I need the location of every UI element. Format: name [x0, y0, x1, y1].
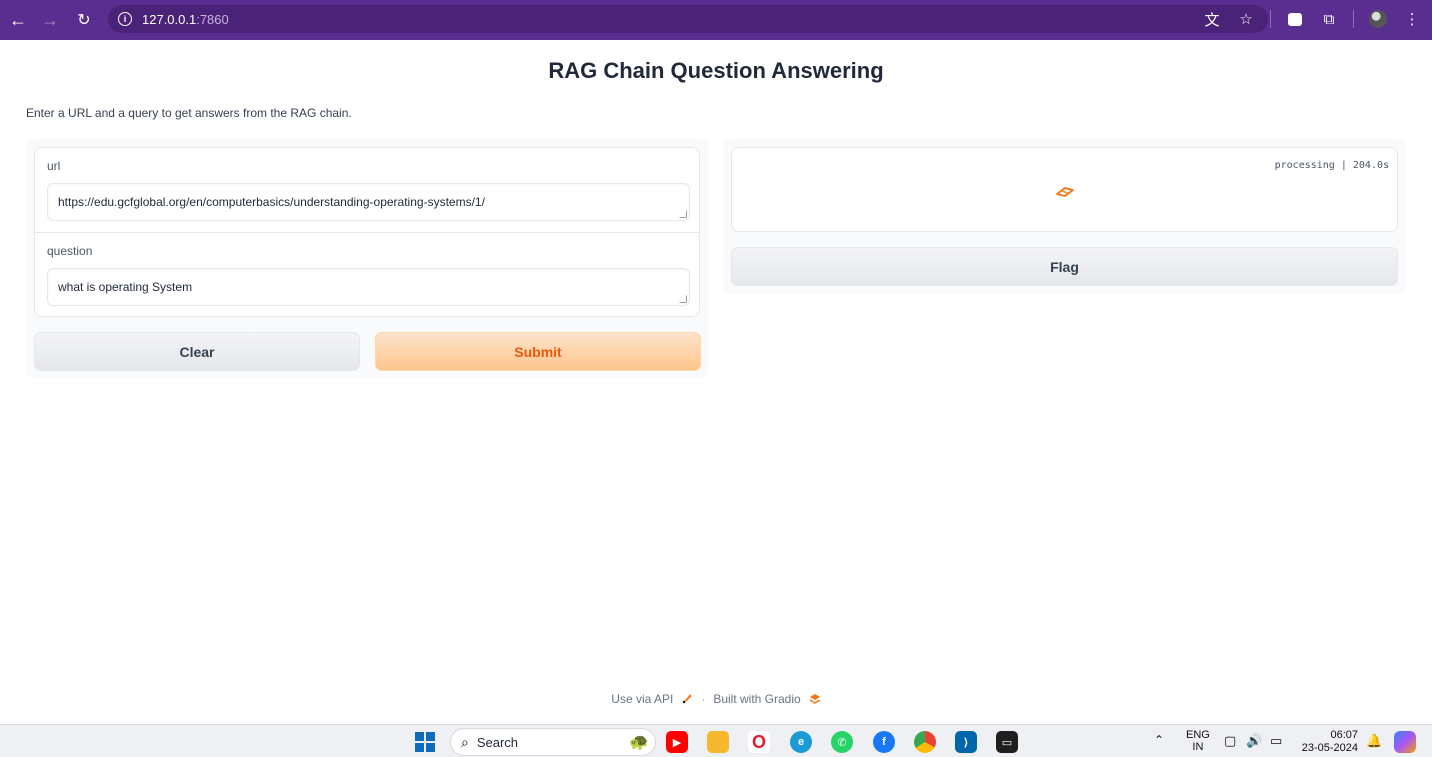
resize-handle-icon[interactable]	[679, 295, 687, 303]
use-via-api-link[interactable]: Use via API	[611, 692, 673, 706]
gradio-logo-icon	[809, 694, 821, 704]
turtle-widget-icon: 🐢	[629, 734, 649, 751]
question-value: what is operating System	[58, 280, 193, 294]
output-panel: processing | 204.0s Flag	[724, 139, 1406, 294]
taskbar-search-box[interactable]: ⌕ Search 🐢	[450, 728, 656, 756]
vscode-icon[interactable]: ⟩	[955, 731, 977, 753]
youtube-app-icon[interactable]: ▶	[666, 731, 688, 753]
file-explorer-icon[interactable]	[707, 731, 729, 753]
edge-browser-icon[interactable]: e	[790, 731, 812, 753]
url-textbox[interactable]: https://edu.gcfglobal.org/en/computerbas…	[47, 183, 690, 221]
back-arrow-icon[interactable]: ←	[2, 4, 34, 36]
page-description: Enter a URL and a query to get answers f…	[26, 106, 352, 120]
os-taskbar: ⌕ Search 🐢 ▶ O e ✆ f ⟩ ▭ ⌃ ENG IN ▢ 🔊 ▭ …	[0, 724, 1432, 757]
clear-button[interactable]: Clear	[34, 332, 360, 371]
bookmark-star-icon[interactable]: ☆	[1232, 5, 1260, 33]
toolbar-divider	[1353, 10, 1354, 28]
browser-toolbar: ← → ↻ i 127.0.0.1:7860 文 ☆ ⧉ ⋮	[0, 0, 1432, 40]
footer-separator: ·	[701, 692, 706, 706]
volume-icon[interactable]: 🔊	[1246, 733, 1262, 749]
notification-bell-icon[interactable]: 🔔	[1366, 733, 1382, 749]
profile-avatar[interactable]	[1364, 5, 1392, 33]
field-divider	[35, 232, 699, 233]
rocket-icon	[682, 694, 693, 704]
url-port: :7860	[196, 11, 229, 27]
toolbar-divider	[1270, 10, 1271, 28]
clock[interactable]: 06:07 23-05-2024	[1298, 729, 1358, 755]
language-region: IN	[1192, 741, 1204, 753]
question-textbox[interactable]: what is operating System	[47, 268, 690, 306]
processing-status: processing | 204.0s	[1274, 160, 1389, 171]
output-box: processing | 204.0s	[731, 147, 1398, 232]
submit-button[interactable]: Submit	[375, 332, 701, 371]
built-with-gradio-link[interactable]: Built with Gradio	[713, 692, 800, 706]
pocket-extension-icon[interactable]	[1281, 5, 1309, 33]
address-bar[interactable]: i 127.0.0.1:7860	[108, 5, 1268, 33]
forward-arrow-icon[interactable]: →	[34, 4, 66, 36]
inputs-form: url https://edu.gcfglobal.org/en/compute…	[34, 147, 700, 317]
language-code: ENG	[1186, 729, 1210, 741]
network-icon[interactable]: ▢	[1224, 733, 1236, 749]
clock-time: 06:07	[1330, 729, 1358, 741]
extensions-puzzle-icon[interactable]: ⧉	[1315, 5, 1343, 33]
url-host: 127.0.0.1	[142, 11, 197, 27]
reload-icon[interactable]: ↻	[68, 4, 100, 36]
search-icon: ⌕	[461, 733, 469, 750]
copilot-icon[interactable]	[1394, 731, 1416, 753]
loading-spinner-icon	[1056, 187, 1074, 197]
windows-start-icon[interactable]	[414, 731, 436, 753]
battery-icon[interactable]: ▭	[1270, 733, 1282, 749]
url-label: url	[47, 159, 61, 173]
whatsapp-icon[interactable]: ✆	[831, 731, 853, 753]
tray-overflow-icon[interactable]: ⌃	[1154, 733, 1164, 747]
translate-icon[interactable]: 文	[1198, 5, 1226, 33]
input-panel: url https://edu.gcfglobal.org/en/compute…	[26, 139, 708, 378]
resize-handle-icon[interactable]	[679, 210, 687, 218]
opera-browser-icon[interactable]: O	[748, 731, 770, 753]
facebook-icon[interactable]: f	[873, 731, 895, 753]
page-title: RAG Chain Question Answering	[548, 58, 884, 83]
browser-actions: 文 ☆ ⧉ ⋮	[1198, 5, 1426, 33]
more-menu-icon[interactable]: ⋮	[1398, 5, 1426, 33]
url-value: https://edu.gcfglobal.org/en/computerbas…	[58, 195, 485, 209]
clock-date: 23-05-2024	[1301, 742, 1358, 754]
taskbar-search-label: Search	[476, 734, 519, 750]
language-indicator[interactable]: ENG IN	[1186, 729, 1210, 753]
site-info-icon[interactable]: i	[118, 12, 132, 26]
question-label: question	[47, 244, 93, 258]
terminal-icon[interactable]: ▭	[996, 731, 1018, 753]
page-footer: Use via API · Built with Gradio	[0, 692, 1432, 706]
chrome-browser-icon[interactable]	[914, 731, 936, 753]
flag-button[interactable]: Flag	[731, 247, 1398, 286]
